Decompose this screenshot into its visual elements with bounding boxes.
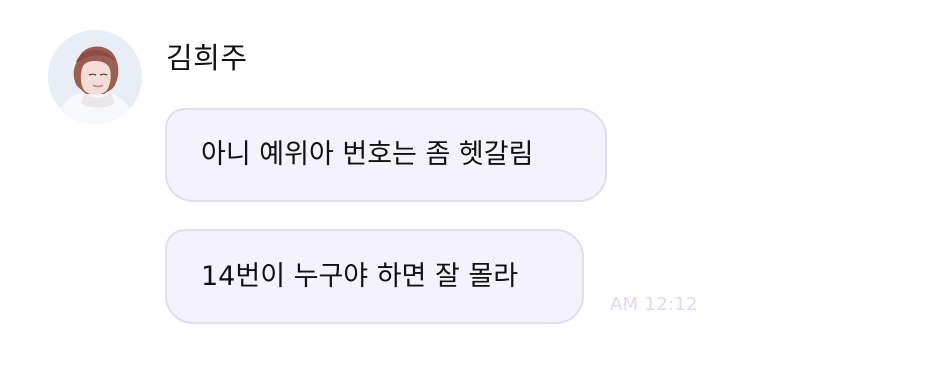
avatar[interactable] [48,30,142,124]
message-bubble[interactable]: 14번이 누구야 하면 잘 몰라 [165,229,584,324]
profile-photo-icon [48,30,142,124]
chat-message-group: 김희주 아니 예위아 번호는 좀 헷갈림 14번이 누구야 하면 잘 몰라 AM… [0,0,942,369]
message-timestamp: AM 12:12 [610,294,698,315]
sender-name: 김희주 [166,41,248,75]
message-bubble[interactable]: 아니 예위아 번호는 좀 헷갈림 [165,108,607,202]
